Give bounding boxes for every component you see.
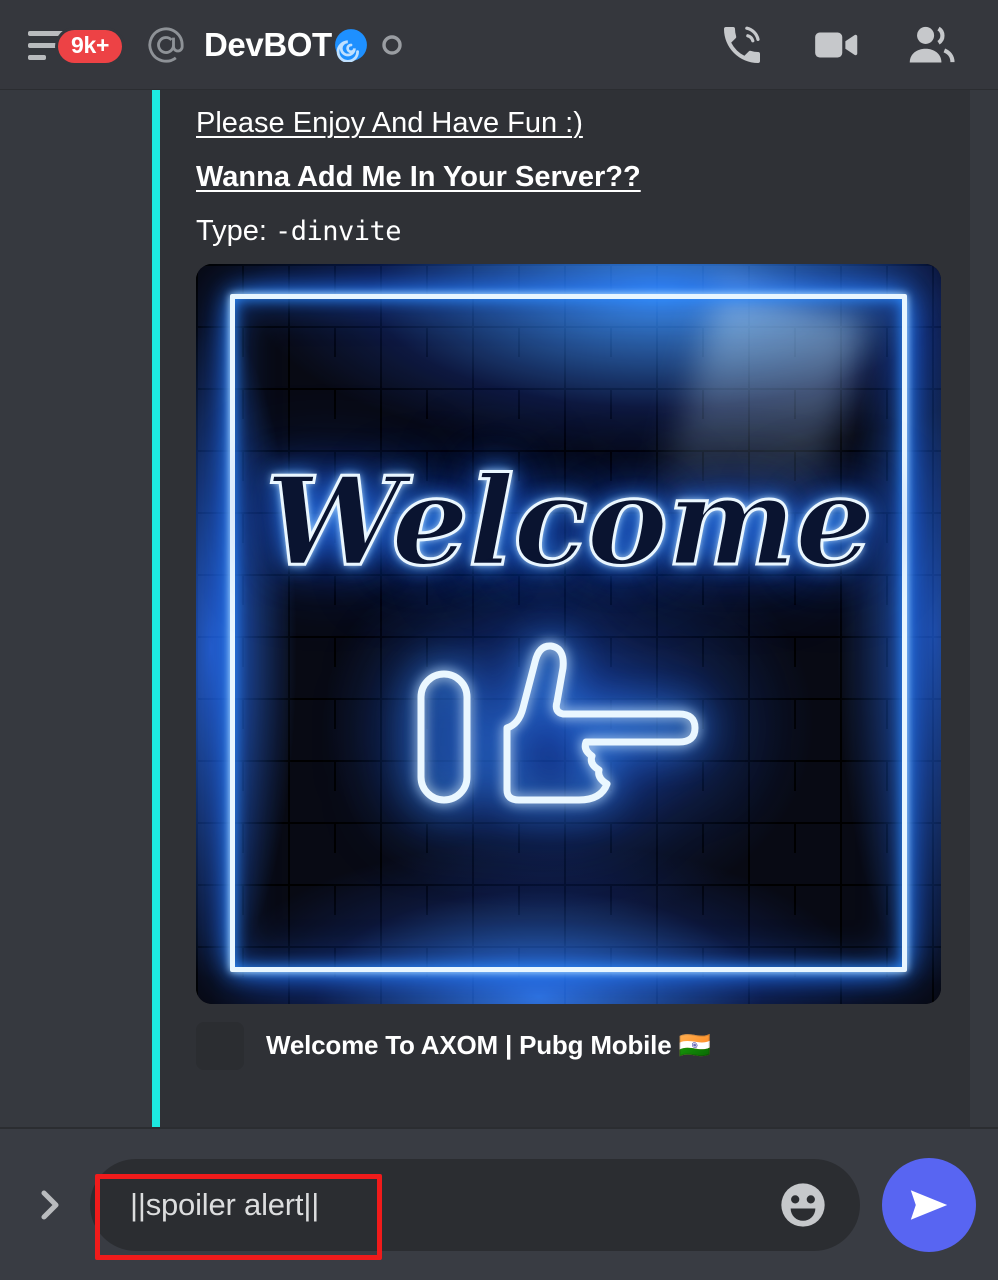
menu-button[interactable]: 9k+: [28, 14, 136, 76]
hamburger-icon-line-2: [28, 43, 62, 48]
message-list[interactable]: Please Enjoy And Have Fun :) Wanna Add M…: [0, 90, 998, 1127]
message-composer: ||spoiler alert||: [0, 1129, 998, 1280]
header-action-buttons: [718, 20, 956, 70]
spiral-emoji-icon: [334, 28, 368, 62]
channel-name-label: DevBOT: [204, 25, 332, 63]
send-button[interactable]: [882, 1157, 976, 1252]
embed-footer-thumbnail: [196, 1021, 244, 1070]
discord-mobile-chat-screen: 9k+ DevBOT Please Enjoy And Have Fun:) …: [0, 0, 998, 1280]
bot-message: Please Enjoy And Have Fun :) Wanna Add M…: [152, 90, 970, 1127]
type-label: Type:: [196, 214, 267, 247]
chevron-right-icon[interactable]: [22, 1170, 78, 1240]
embed-body: Please Enjoy And Have Fun :) Wanna Add M…: [160, 90, 970, 1004]
members-icon[interactable]: [906, 20, 956, 70]
small-circle-emoji-icon: [382, 34, 402, 55]
invite-command: -dinvite: [275, 215, 402, 247]
neon-pointing-hand-icon: [411, 632, 711, 842]
smiley-icon[interactable]: [776, 1178, 830, 1232]
channel-title[interactable]: DevBOT: [204, 26, 402, 64]
at-symbol-icon: [146, 25, 186, 65]
voice-call-icon[interactable]: [718, 21, 766, 69]
embed-line-enjoy: Please Enjoy And Have Fun :): [196, 107, 583, 139]
message-embed: Please Enjoy And Have Fun :) Wanna Add M…: [152, 90, 970, 1127]
hamburger-icon-line-3: [28, 55, 46, 60]
embed-footer-text: Welcome To AXOM | Pubg Mobile 🇮🇳: [266, 1030, 711, 1061]
message-input-field[interactable]: ||spoiler alert||: [90, 1158, 860, 1251]
neon-welcome-text: Welcome: [264, 448, 874, 593]
embed-line-add-me: Wanna Add Me In Your Server??: [196, 160, 641, 193]
message-input-value[interactable]: ||spoiler alert||: [130, 1187, 776, 1223]
unread-badge: 9k+: [58, 29, 123, 63]
channel-header: 9k+ DevBOT: [0, 0, 998, 90]
embed-footer: Welcome To AXOM | Pubg Mobile 🇮🇳: [160, 1004, 970, 1092]
embed-line-type: Type: -dinvite: [196, 214, 948, 248]
video-call-icon[interactable]: [811, 20, 861, 70]
embed-image[interactable]: Welcome: [196, 263, 941, 1004]
